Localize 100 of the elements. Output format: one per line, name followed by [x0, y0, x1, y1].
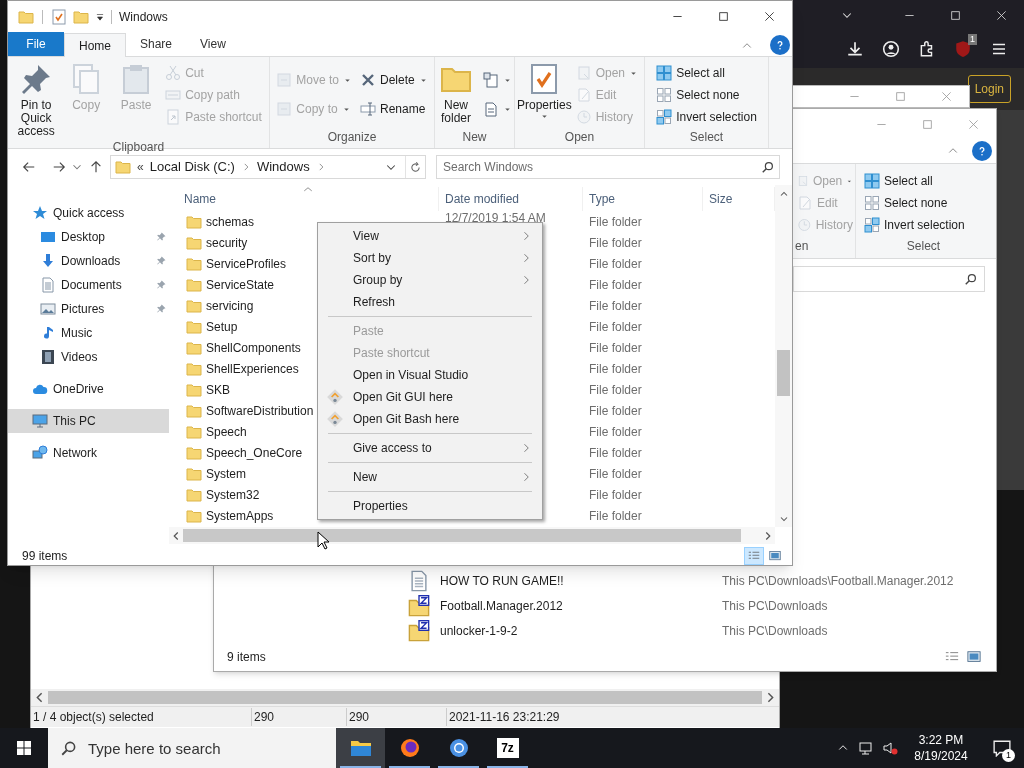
file-name: SoftwareDistribution	[206, 402, 314, 420]
select-all-icon	[864, 173, 880, 189]
large-icons-view-icon	[768, 550, 782, 562]
file-location: This PC\Downloads	[722, 622, 828, 640]
caret-icon	[539, 112, 549, 121]
group-label: en	[794, 238, 810, 255]
scroll-thumb[interactable]	[183, 529, 741, 542]
overflow-chevrons[interactable]: «	[137, 158, 144, 176]
nav-item[interactable]: Network	[8, 441, 169, 465]
properties-button[interactable]	[51, 8, 67, 25]
taskbar-app-button[interactable]: 7z	[483, 728, 532, 768]
file-type: File folder	[589, 214, 642, 229]
details-view-icon	[747, 550, 761, 562]
status-text: 290	[346, 708, 446, 726]
ribbon-button[interactable]: Rename	[358, 98, 430, 120]
ribbon-tab[interactable]: Home	[64, 33, 126, 57]
nav-item[interactable]: Quick access	[8, 201, 169, 225]
file-type: File folder	[589, 361, 642, 376]
file-name: Setup	[206, 318, 238, 336]
ribbon-button[interactable]: Select all	[654, 62, 759, 84]
ribbon-button[interactable]: Invert selection	[654, 106, 759, 128]
ribbon-button[interactable]: Select none	[862, 192, 991, 214]
menu-item[interactable]: Open Git Bash here	[318, 408, 542, 430]
file-name: ShellExperiences	[206, 360, 299, 378]
search-field[interactable]: Search Windows	[436, 155, 780, 179]
path-icon	[165, 87, 182, 103]
taskbar-search-field[interactable]: Type here to search	[48, 728, 336, 768]
menu-item[interactable]: Refresh	[318, 291, 542, 313]
file-type: File folder	[589, 235, 642, 250]
menu-item[interactable]: Give access to	[318, 437, 542, 459]
file-name: System32	[206, 486, 260, 504]
nav-item[interactable]: Music	[8, 321, 169, 345]
folder-icon	[186, 318, 202, 335]
ribbon-tab[interactable]: Share	[126, 32, 187, 56]
column-header[interactable]: Name	[169, 187, 439, 211]
muted-speaker-icon	[882, 740, 898, 756]
ribbon-button[interactable]: Select all	[862, 170, 991, 192]
menu-item[interactable]: Open in Visual Studio	[318, 364, 542, 386]
new-folder-button[interactable]	[73, 8, 89, 25]
menu-item[interactable]: New	[318, 466, 542, 488]
folder-icon	[186, 381, 202, 398]
status-text: 1 / 4 object(s) selected	[32, 709, 155, 726]
open-icon	[797, 173, 809, 189]
notifications-button[interactable]: 1	[980, 728, 1024, 768]
maximize-icon	[717, 11, 729, 22]
file-type: File folder	[589, 466, 642, 481]
nav-item[interactable]: Pictures	[8, 297, 169, 321]
nav-item[interactable]: Downloads	[8, 249, 169, 273]
date-text: 8/19/2024	[914, 748, 968, 764]
account-button[interactable]	[880, 38, 902, 60]
ribbon-button[interactable]: Invert selection	[862, 214, 991, 236]
ribbon-button[interactable]: Pin to Quick access	[13, 61, 60, 138]
status-text: 2021-11-16 23:21:29	[446, 708, 779, 726]
help-button[interactable]	[770, 35, 790, 55]
menu-item[interactable]: Sort by	[318, 247, 542, 269]
file-location: This PC\Downloads\Football.Manager.2012	[722, 572, 954, 590]
file-type: File folder	[589, 340, 642, 355]
ribbon-tab[interactable]: File	[8, 32, 64, 56]
ribbon-button[interactable]: Properties	[519, 61, 570, 128]
properties-icon	[51, 8, 67, 25]
nav-item[interactable]: OneDrive	[8, 377, 169, 401]
horizontal-scrollbar[interactable]	[31, 689, 779, 706]
folder-icon	[186, 276, 202, 293]
date-modified: 12/7/2019 1:54 AM	[445, 210, 546, 225]
column-header[interactable]: Date modified	[439, 187, 583, 211]
menu-item[interactable]: Properties	[318, 495, 542, 517]
file-type: File folder	[589, 445, 642, 460]
scroll-thumb[interactable]	[777, 350, 790, 396]
vertical-scrollbar[interactable]	[775, 185, 792, 527]
details-view-button[interactable]	[744, 547, 764, 565]
nav-item[interactable]: Videos	[8, 345, 169, 369]
scissors-icon	[165, 65, 182, 81]
folder-icon	[186, 255, 202, 272]
ribbon-button[interactable]: Delete	[358, 69, 430, 91]
menu-item[interactable]: Group by	[318, 269, 542, 291]
file-name: ServiceProfiles	[206, 255, 287, 273]
monitor-icon	[858, 740, 874, 756]
menu-item[interactable]: View	[318, 225, 542, 247]
ribbon-button[interactable]: New folder	[435, 61, 477, 125]
breadcrumb[interactable]: Windows	[256, 157, 310, 177]
scroll-thumb[interactable]	[48, 691, 762, 704]
taskbar-app-button[interactable]	[336, 728, 385, 768]
search-field[interactable]	[793, 266, 985, 292]
menu-item[interactable]: Open Git GUI here	[318, 386, 542, 408]
nav-item[interactable]: Desktop	[8, 225, 169, 249]
computer-icon	[32, 413, 48, 429]
file-name: unlocker-1-9-2	[440, 622, 519, 640]
address-bar[interactable]: « Local Disk (C:) Windows	[110, 155, 426, 179]
horizontal-scrollbar[interactable]	[169, 527, 775, 544]
pin-icon	[155, 231, 167, 243]
ribbon-tab[interactable]: View	[186, 32, 240, 56]
speech-bubble-icon	[993, 739, 1011, 757]
column-header[interactable]: Type	[583, 187, 703, 211]
ribbon-button[interactable]: Select none	[654, 84, 759, 106]
help-button[interactable]	[972, 141, 992, 161]
nav-item[interactable]: This PC	[8, 409, 169, 433]
nav-item[interactable]: Documents	[8, 273, 169, 297]
clock[interactable]: 3:22 PM 8/19/2024	[902, 728, 980, 768]
breadcrumb[interactable]: Local Disk (C:)	[149, 157, 235, 177]
download-icon	[846, 40, 864, 58]
